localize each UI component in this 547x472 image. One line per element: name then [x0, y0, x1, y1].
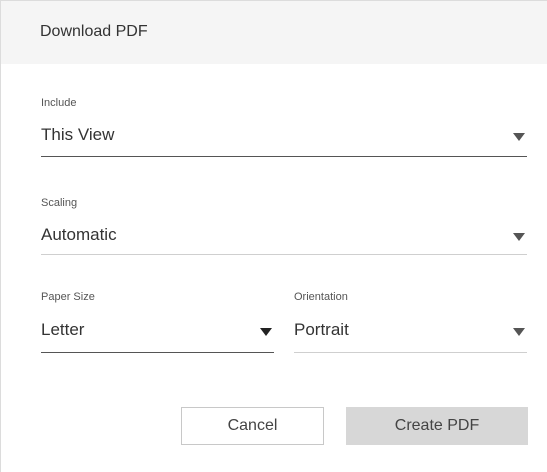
scaling-field: Scaling Automatic: [41, 197, 527, 255]
scaling-select[interactable]: Automatic: [41, 225, 527, 255]
include-value: This View: [41, 125, 115, 144]
orientation-select[interactable]: Portrait: [294, 320, 527, 353]
dialog-title: Download PDF: [40, 23, 148, 40]
cancel-button[interactable]: Cancel: [181, 407, 324, 445]
orientation-field: Orientation Portrait: [294, 291, 527, 353]
scaling-underline: [41, 254, 527, 255]
create-pdf-button[interactable]: Create PDF: [346, 407, 528, 445]
include-label: Include: [41, 97, 77, 109]
caret-down-icon: [513, 328, 525, 336]
caret-down-icon: [260, 328, 272, 336]
caret-down-icon: [513, 133, 525, 141]
caret-down-icon: [513, 233, 525, 241]
paper-size-value: Letter: [41, 320, 85, 339]
download-pdf-dialog: Download PDF Include This View Scaling A…: [0, 0, 547, 472]
paper-size-field: Paper Size Letter: [41, 291, 274, 353]
orientation-underline: [294, 352, 527, 353]
scaling-value: Automatic: [41, 225, 117, 244]
scaling-label: Scaling: [41, 197, 78, 209]
dialog-header: Download PDF: [1, 1, 547, 64]
orientation-value: Portrait: [294, 320, 349, 339]
orientation-label: Orientation: [294, 291, 348, 303]
paper-size-underline: [41, 352, 274, 353]
paper-size-label: Paper Size: [41, 291, 95, 303]
include-select[interactable]: This View: [41, 125, 527, 157]
include-field: Include This View: [41, 97, 527, 157]
include-underline: [41, 156, 527, 157]
paper-size-select[interactable]: Letter: [41, 320, 274, 353]
